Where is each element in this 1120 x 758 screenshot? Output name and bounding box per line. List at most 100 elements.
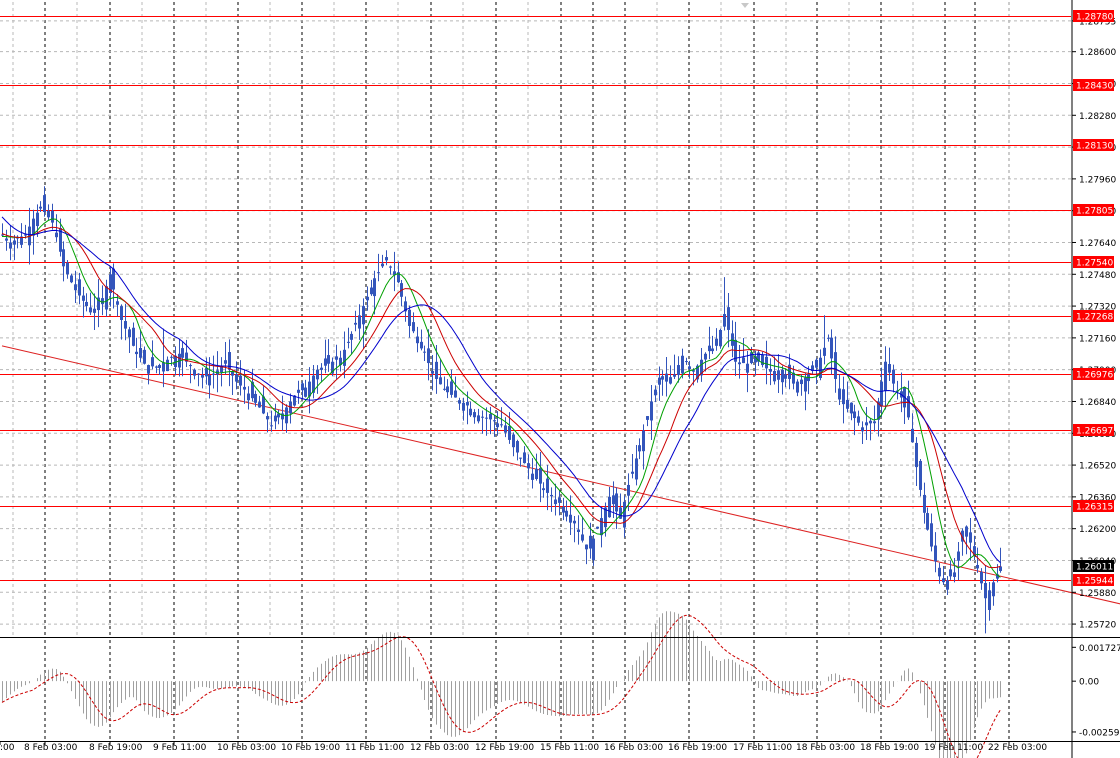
candle-body	[804, 377, 807, 392]
candle-body	[205, 367, 208, 377]
candle-body	[47, 210, 50, 218]
candle-body	[481, 416, 484, 418]
candle-body	[527, 463, 530, 469]
candle-body	[661, 376, 664, 380]
level-label: 1.27540	[1076, 259, 1113, 269]
candle-body	[485, 417, 488, 419]
candle-body	[350, 333, 353, 340]
candle-body	[892, 369, 895, 384]
candle-body	[358, 315, 361, 329]
candle-body	[450, 381, 453, 395]
candle-body	[220, 367, 223, 373]
candle-body	[608, 496, 611, 518]
candle-body	[9, 242, 12, 249]
candle-body	[554, 499, 557, 505]
candle-body	[416, 336, 419, 344]
candle-body	[953, 572, 956, 577]
candle-body	[389, 266, 392, 268]
candle-body	[834, 352, 837, 379]
candle-body	[13, 240, 16, 245]
candle-body	[565, 510, 568, 517]
time-tick-label: 10 Feb 19:00	[281, 743, 340, 753]
level-label: 1.27805	[1076, 207, 1113, 217]
candle-body	[193, 369, 196, 376]
candle-body	[66, 262, 69, 275]
candle-body	[381, 263, 384, 267]
candle-body	[462, 402, 465, 411]
candle-body	[297, 389, 300, 393]
candle-body	[830, 337, 833, 359]
time-tick-label: 15 Feb 11:00	[540, 743, 599, 753]
price-tick-label: 1.27640	[1079, 239, 1116, 249]
candle-body	[573, 520, 576, 524]
candle-body	[327, 355, 330, 364]
candle-body	[884, 361, 887, 392]
candle-body	[116, 301, 119, 305]
candle-body	[615, 493, 618, 512]
candle-body	[62, 249, 65, 267]
candle-body	[162, 362, 165, 372]
candle-body	[946, 580, 949, 590]
candle-body	[853, 411, 856, 419]
time-tick-label: 16 Feb 19:00	[668, 743, 727, 753]
time-tick-label: 17 Feb 11:00	[733, 743, 792, 753]
time-tick-label: 16 Feb 03:00	[604, 743, 663, 753]
chart-background	[0, 0, 1120, 758]
candle-body	[658, 377, 661, 385]
candle-body	[873, 421, 876, 424]
candle-body	[642, 430, 645, 452]
candle-body	[727, 307, 730, 330]
candle-body	[74, 284, 77, 291]
candle-body	[942, 578, 945, 583]
level-label: 1.28130	[1076, 142, 1113, 152]
candle-body	[577, 529, 580, 532]
trading-chart[interactable]: 1.287551.286001.284401.282801.281201.279…	[0, 0, 1120, 758]
candle-body	[89, 307, 92, 313]
candle-body	[612, 495, 615, 505]
candle-body	[711, 348, 714, 352]
candle-body	[489, 413, 492, 420]
candle-body	[585, 544, 588, 550]
candle-body	[865, 422, 868, 426]
level-label: 1.28430	[1076, 82, 1113, 92]
osc-tick-label: 0.001727	[1079, 644, 1120, 654]
candle-body	[439, 377, 442, 385]
candle-body	[523, 452, 526, 464]
osc-tick-label: 0.00	[1079, 678, 1099, 688]
candle-body	[519, 457, 522, 459]
candle-body	[247, 393, 250, 401]
candle-body	[435, 361, 438, 379]
candle-body	[304, 387, 307, 397]
candle-body	[512, 434, 515, 448]
candle-body	[539, 467, 542, 484]
candle-body	[55, 232, 58, 238]
candle-body	[930, 523, 933, 547]
candle-body	[796, 381, 799, 393]
candle-body	[420, 341, 423, 349]
candle-body	[531, 473, 534, 480]
candle-body	[408, 309, 411, 326]
candle-body	[128, 329, 131, 338]
candle-body	[861, 427, 864, 432]
candle-body	[477, 415, 480, 422]
candle-body	[984, 583, 987, 599]
candle-body	[688, 366, 691, 370]
time-tick-label: 18 Feb 03:00	[796, 743, 855, 753]
candle-body	[742, 357, 745, 364]
candle-body	[120, 306, 123, 320]
candle-body	[354, 322, 357, 325]
candle-body	[708, 345, 711, 352]
time-tick-label: 11 Feb 11:00	[345, 743, 404, 753]
candle-body	[546, 478, 549, 493]
time-tick-label: 8 Feb 03:00	[24, 743, 78, 753]
candle-body	[208, 374, 211, 386]
candle-body	[258, 402, 261, 408]
candle-body	[105, 286, 108, 310]
candle-body	[923, 494, 926, 513]
time-tick-label: 12 Feb 03:00	[410, 743, 469, 753]
candle-body	[82, 295, 85, 301]
candle-body	[715, 338, 718, 346]
price-tick-label: 1.26520	[1079, 462, 1116, 472]
candle-body	[385, 257, 388, 261]
candle-body	[446, 386, 449, 393]
